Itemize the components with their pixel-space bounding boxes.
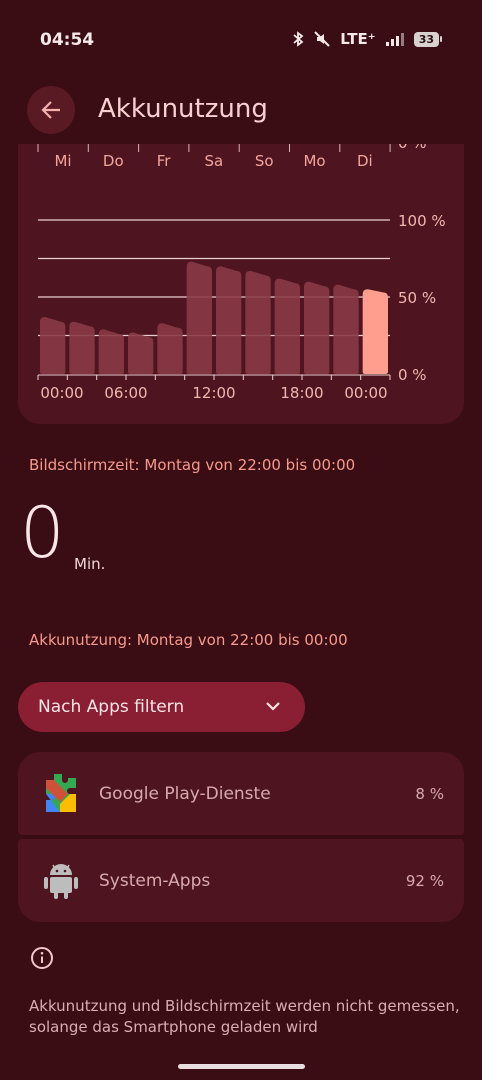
bar (69, 321, 95, 374)
info-icon (31, 947, 53, 969)
bar (216, 266, 242, 374)
home-indicator[interactable] (178, 1064, 305, 1069)
bar (98, 329, 124, 374)
android-icon (44, 864, 78, 899)
signal-icon (385, 32, 404, 46)
x-tick-label: 00:00 (40, 384, 83, 402)
list-item-google-play-services[interactable]: Google Play-Dienste 8 % (18, 752, 464, 835)
bar (186, 261, 212, 374)
screen-time-heading: Bildschirmzeit: Montag von 22:00 bis 00:… (29, 456, 356, 474)
google-play-services-icon (46, 774, 76, 812)
day-label: Mi (54, 152, 71, 170)
screen-time-value: 0 (20, 492, 65, 574)
page-title: Akkunutzung (98, 94, 268, 124)
bar (274, 278, 300, 374)
app-usage-list: Google Play-Dienste 8 % System-Apps 92 % (18, 752, 464, 922)
app-percent: 92 % (405, 871, 444, 890)
chevron-down-icon (266, 702, 280, 711)
x-tick-label: 12:00 (192, 384, 235, 402)
arrow-back-icon (41, 101, 60, 119)
x-tick-label: 00:00 (344, 384, 387, 402)
top-app-bar: Akkunutzung (0, 78, 482, 144)
bar (157, 323, 183, 374)
bluetooth-icon (293, 31, 304, 47)
status-icons: LTE⁺ 33 (292, 30, 442, 48)
day-label: Mo (303, 152, 325, 170)
y-tick-label: 100 % (398, 212, 446, 230)
battery-chart-card: 0 % Mi Do Fr Sa So Mo Di 100 % 50 % 0 % 00:00 06:00 1… (18, 134, 464, 424)
app-name: System-Apps (99, 870, 211, 891)
status-bar: 04:54 LTE⁺ 33 (0, 0, 482, 78)
y-tick-label: 50 % (398, 289, 436, 307)
y-tick-label-partial: 0 % (398, 144, 427, 152)
mute-icon (314, 31, 330, 47)
day-label: Do (103, 152, 124, 170)
app-name: Google Play-Dienste (99, 783, 271, 804)
y-tick-label: 0 % (398, 366, 427, 384)
filter-label: Nach Apps filtern (38, 697, 185, 717)
day-label: Fr (157, 152, 172, 170)
battery-level: 33 (413, 31, 439, 47)
status-time: 04:54 (40, 30, 95, 50)
bar (128, 332, 154, 374)
battery-usage-heading: Akkunutzung: Montag von 22:00 bis 00:00 (29, 631, 348, 649)
filter-apps-dropdown[interactable]: Nach Apps filtern (18, 682, 305, 732)
day-label: Sa (205, 152, 224, 170)
charging-note: Akkunutzung und Bildschirmzeit werden ni… (29, 997, 460, 1036)
x-tick-label: 18:00 (280, 384, 323, 402)
network-type: LTE⁺ (340, 30, 376, 48)
bar (333, 284, 359, 374)
bar-highlighted (362, 289, 388, 374)
battery-icon: 33 (413, 31, 442, 47)
day-label: Di (357, 152, 373, 170)
bar (245, 270, 271, 374)
app-percent: 8 % (415, 784, 444, 803)
bar (40, 317, 66, 374)
day-label: So (255, 152, 274, 170)
list-item-system-apps[interactable]: System-Apps 92 % (18, 839, 464, 922)
battery-usage-chart[interactable]: 0 % Mi Do Fr Sa So Mo Di 100 % 50 % 0 % 00:00 06:00 1… (18, 134, 464, 424)
back-button[interactable] (27, 86, 75, 134)
screen-time-unit: Min. (74, 555, 106, 573)
x-tick-label: 06:00 (104, 384, 147, 402)
bar (304, 281, 330, 374)
